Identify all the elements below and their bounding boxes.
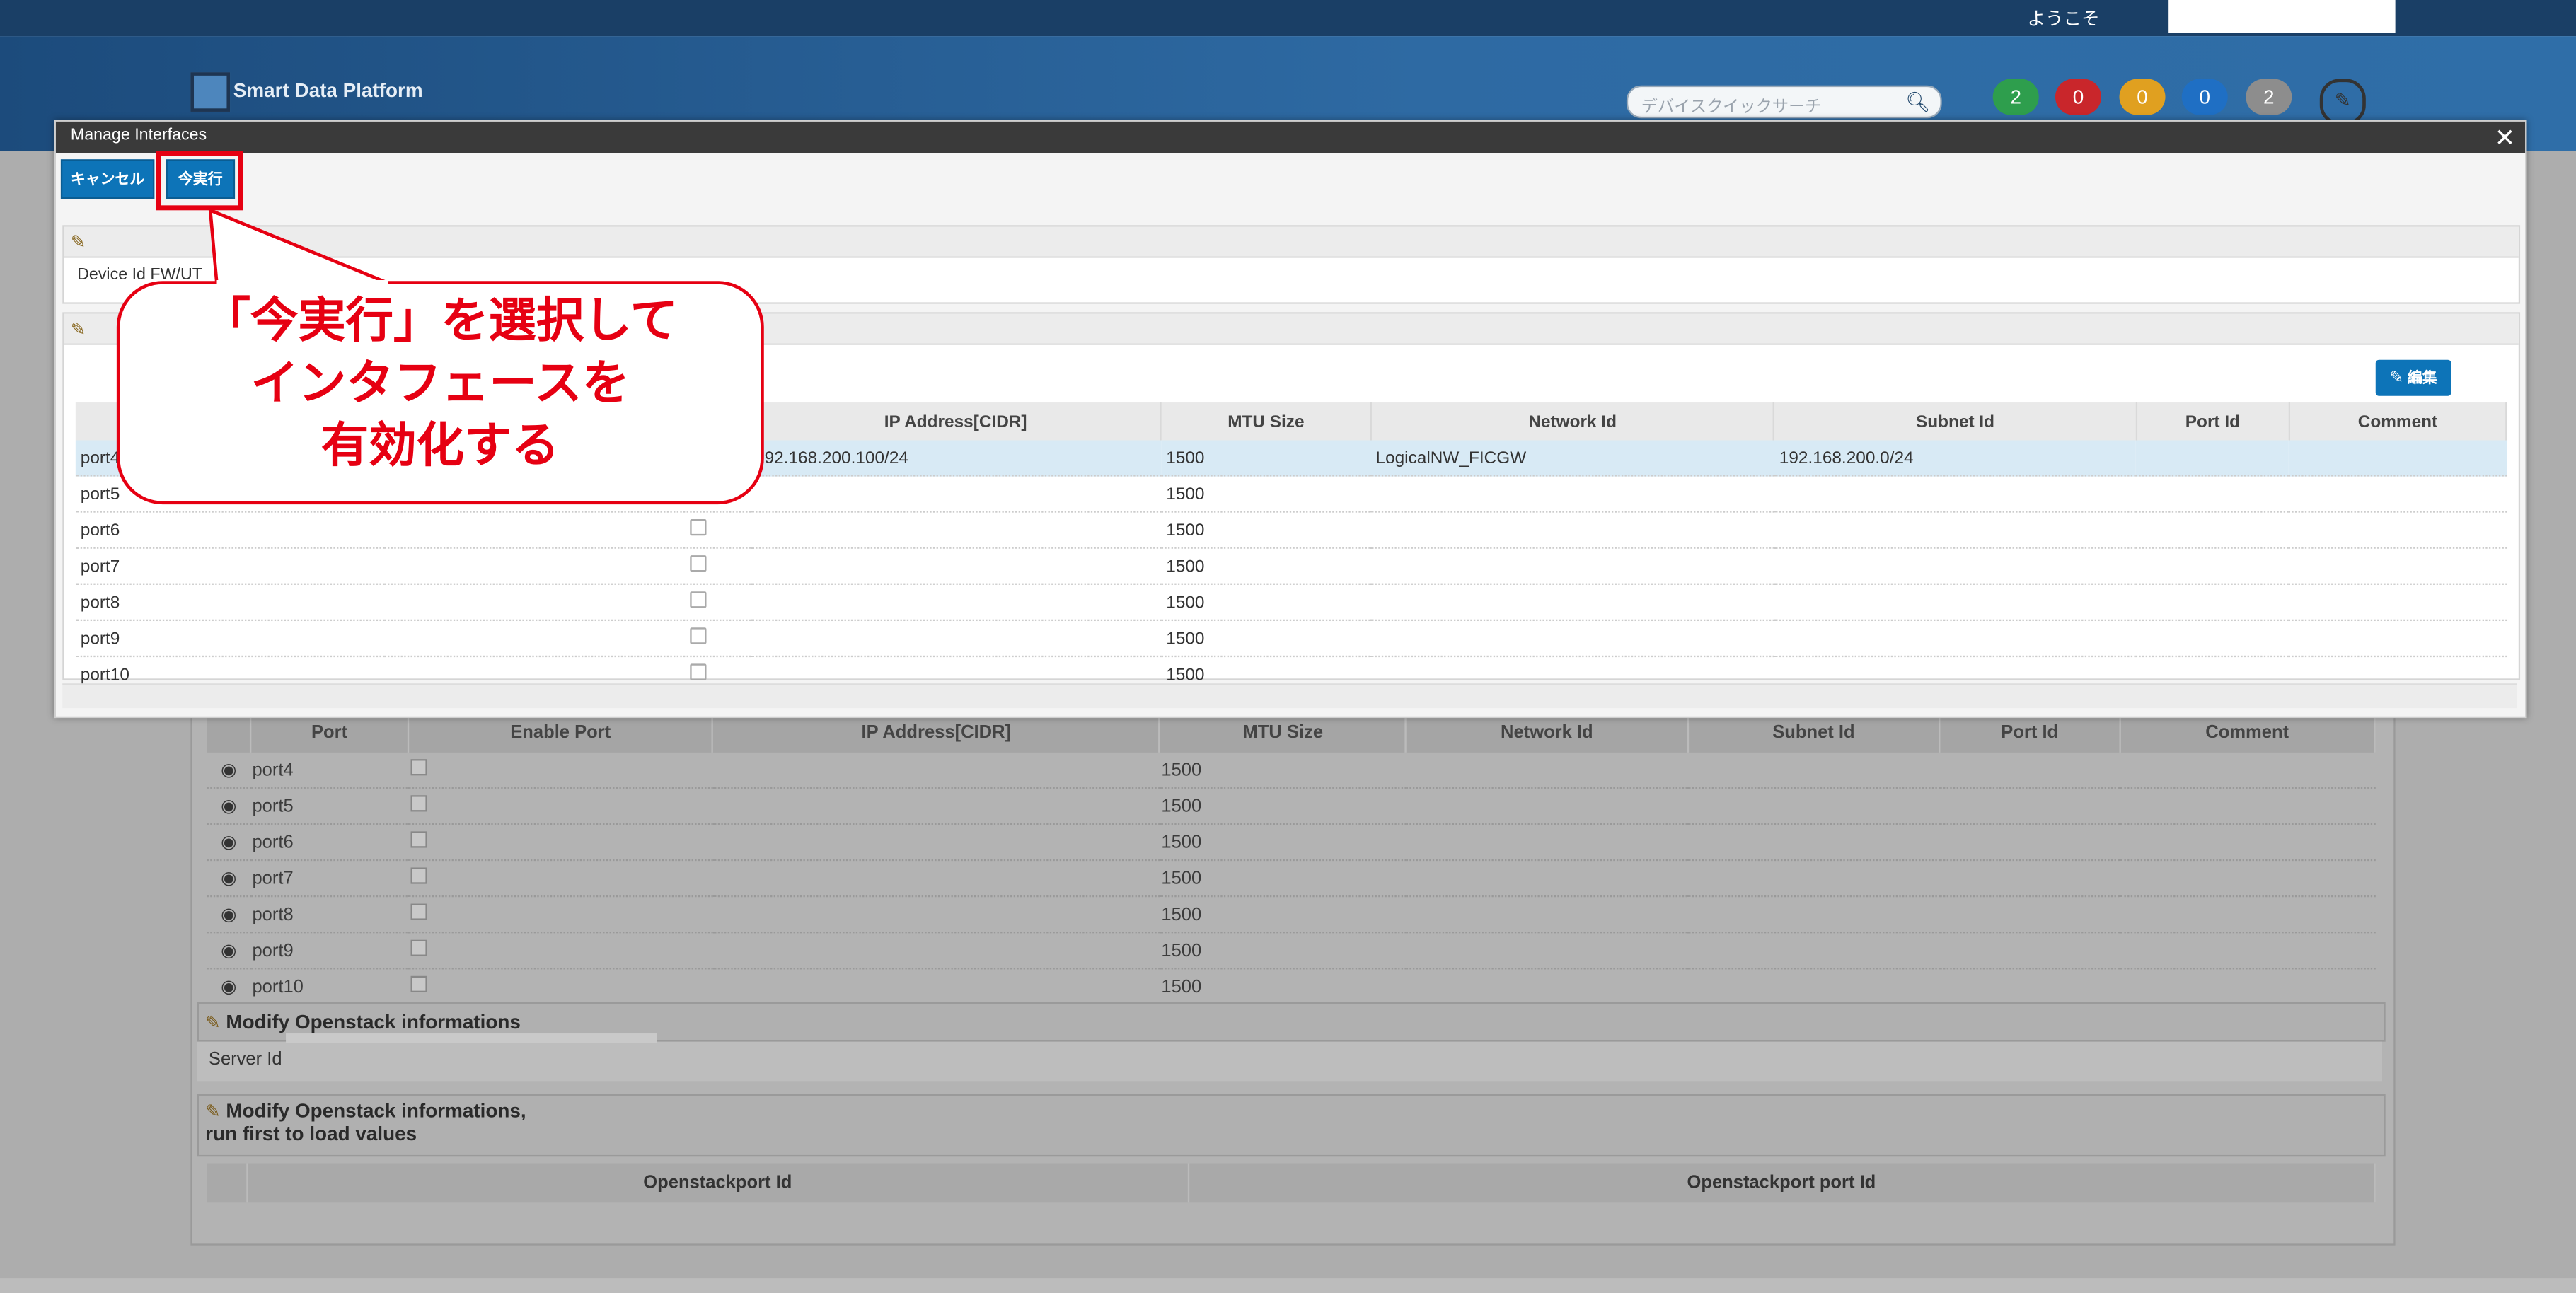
callout-pointer-mask bbox=[216, 280, 388, 286]
callout-line1: 「今実行」を選択して bbox=[202, 292, 678, 349]
callout-line3: 有効化する bbox=[320, 417, 560, 473]
callout-text: 「今実行」を選択して インタフェースを 有効化する bbox=[117, 289, 764, 477]
callout-line2: インタフェースを bbox=[250, 354, 630, 411]
